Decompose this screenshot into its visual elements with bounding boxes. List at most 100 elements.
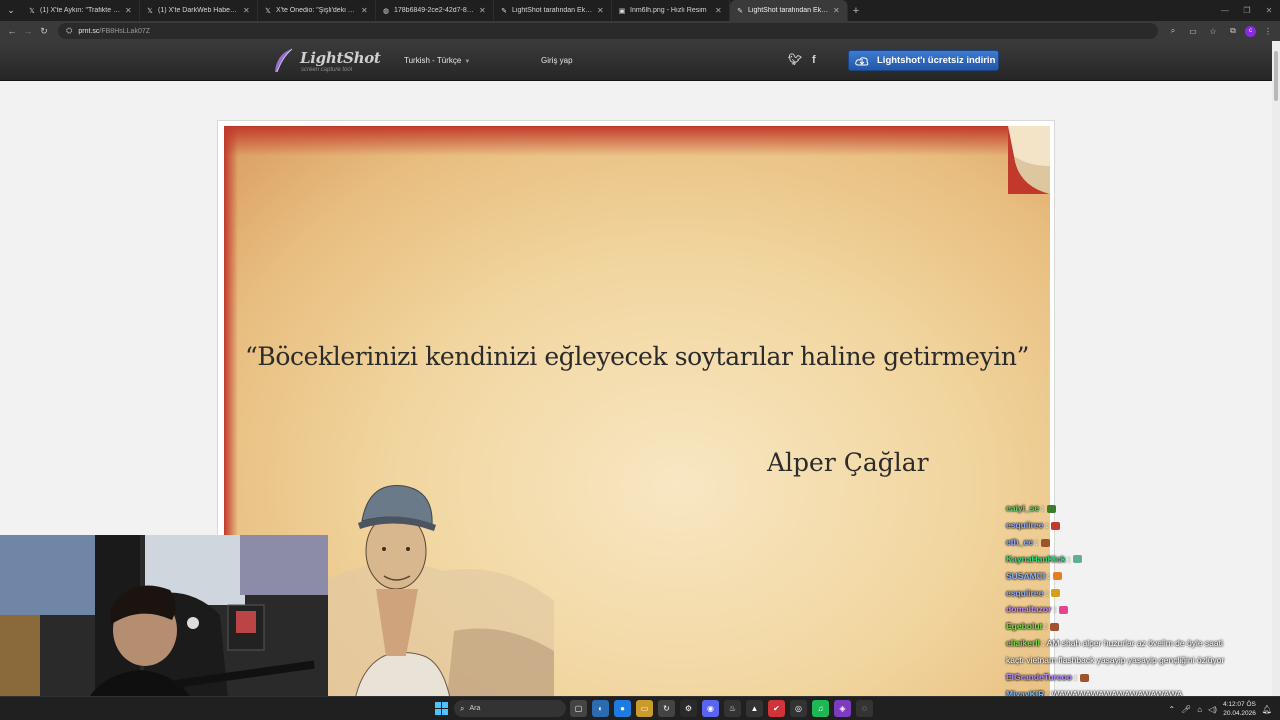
chat-message: eth_ee : [1006,537,1050,547]
tab-close-icon[interactable]: ✕ [715,6,723,15]
chrome-icon[interactable]: ● [614,700,631,717]
chat-text: : [1041,503,1044,513]
forward-icon[interactable]: → [20,23,36,39]
chat-emote-icon [1051,521,1061,530]
steam-icon[interactable]: ♨ [724,700,741,717]
chat-username[interactable]: KaynaHanKick [1006,554,1066,564]
chat-text: : [1047,570,1050,581]
download-button[interactable]: Lightshot'ı ücretsiz indirin [848,50,999,71]
url-text: prnt.sc/FB8HsLLak07Z [78,28,150,35]
volume-icon[interactable]: ◁) [1208,705,1217,714]
chat-message: kaçtı vietnam flashback yaşayip yaşayip … [1006,655,1224,665]
chat-username[interactable]: domaltazor [1006,604,1051,614]
chat-username[interactable]: esquiiree [1006,588,1043,598]
notification-bell-icon[interactable]: 🔔︎ [1262,705,1272,714]
obs-icon[interactable]: ◎ [790,700,807,717]
tray-chevron-up-icon[interactable]: ⌃ [1168,705,1175,714]
screenshot-image[interactable]: “Böceklerinizi kendinizi eğleyecek soyta… [224,126,1050,720]
chat-message: esquiiree : [1006,519,1061,530]
browser-tab[interactable]: 𝕏 (1) X'te DarkWeb Haber: "Bir gü ✕ [140,0,258,21]
chat-message: KaynaHanKick : [1006,554,1083,564]
extensions-icon[interactable]: ⧉ [1225,23,1241,39]
twitter-icon[interactable]: 🐦︎ [788,53,802,66]
tab-close-icon[interactable]: ✕ [597,6,605,15]
settings-gear-icon[interactable]: ⚙ [680,700,697,717]
address-bar[interactable]: ⛭ prnt.sc/FB8HsLLak07Z [58,23,1158,39]
media-app-icon[interactable]: ✔ [768,700,785,717]
spotify-icon[interactable]: ♫ [812,700,829,717]
tab-close-icon[interactable]: ✕ [243,6,251,15]
taskbar-search[interactable]: ⌕ Ara [454,700,566,717]
chat-text: : [1045,519,1049,530]
browser-tab[interactable]: ◍ 178b6849-2ce2-42d7-8750-26 ✕ [376,0,494,21]
profile-avatar[interactable]: c [1245,25,1256,37]
tab-close-icon[interactable]: ✕ [833,6,841,15]
tab-title: Inm6lh.png - Hızlı Resim [630,7,707,14]
facebook-icon[interactable]: f [812,54,816,66]
chat-message: eaiyi_se : [1006,503,1056,513]
windows-start-icon[interactable] [435,702,448,715]
streamer-webcam [0,535,328,720]
feather-icon: ✎ [501,7,507,15]
screenshot-frame: “Böceklerinizi kendinizi eğleyecek soyta… [217,120,1055,720]
chevron-down-icon: ▼ [464,59,471,65]
restore-icon[interactable]: ❐ [1236,0,1258,21]
tab-title: 178b6849-2ce2-42d7-8750-26 [394,7,475,14]
chat-username[interactable]: ElGrandeTurcoo [1006,672,1072,682]
site-info-icon[interactable]: ⛭ [66,26,72,36]
browser-tab[interactable]: ▣ Inm6lh.png - Hızlı Resim ✕ [612,0,730,21]
task-view-icon[interactable]: ▢ [570,700,587,717]
tab-title: (1) X'te Aykırı: "Trafikte 2 meden [40,7,121,14]
image-icon: ▣ [618,7,626,15]
chat-emote-icon [1052,572,1062,581]
burnt-edge-top [224,126,1050,156]
chat-username[interactable]: eth_ee [1006,537,1033,547]
url-host: prnt.sc [78,27,100,35]
taskbar-clock[interactable]: 4:12:07 ÖS 20.04.2026 [1223,700,1256,718]
x-logo-icon: 𝕏 [147,7,153,15]
tab-search-icon[interactable]: ⌄ [0,0,22,21]
chat-username[interactable]: eliaikerll [1006,638,1040,648]
epic-icon[interactable]: ▲ [746,700,763,717]
browser-tab[interactable]: ✎ LightShot tarafından Ekran Gör ✕ [730,0,848,21]
page-scrollbar[interactable] [1272,41,1280,696]
chat-username[interactable]: eaiyi_se [1006,503,1039,513]
browser-tab[interactable]: ✎ LightShot tarafından Ekran Gör ✕ [494,0,612,21]
chat-username[interactable]: Egebolut [1006,621,1042,631]
cast-icon[interactable]: ▭ [1185,23,1201,39]
twitch-icon[interactable]: ◈ [834,700,851,717]
browser-menu-icon[interactable]: ⋮ [1260,23,1276,39]
chat-username[interactable]: SUSAMCI [1006,571,1045,581]
file-explorer-icon[interactable]: ▭ [636,700,653,717]
network-icon[interactable]: ⌂ [1197,705,1202,714]
copilot-icon[interactable]: ◐ [592,700,609,717]
windows-taskbar: ⌕ Ara ▢ ◐ ● ▭ ↻ ⚙ ◉ ♨ ▲ ✔ ◎ ♫ ◈ ◌ ⌃ 🎤︎ ⌂… [0,696,1280,720]
back-icon[interactable]: ← [4,23,20,39]
window-controls: — ❐ ✕ [1214,0,1280,21]
lightshot-logo[interactable]: LightShot screen capture tool [272,48,382,76]
social-links: 🐦︎ f [788,53,816,67]
microphone-icon[interactable]: 🎤︎ [1181,705,1191,714]
chat-emote-icon [1059,606,1069,615]
tab-close-icon[interactable]: ✕ [125,6,133,15]
tab-close-icon[interactable]: ✕ [361,6,369,15]
reload-icon[interactable]: ↻ [36,23,52,39]
browser-app-icon[interactable]: ◌ [856,700,873,717]
login-link[interactable]: Giriş yap [541,56,573,65]
tab-close-icon[interactable]: ✕ [479,6,487,15]
chat-username[interactable]: esquiiree [1006,520,1043,530]
browser-tab[interactable]: 𝕏 (1) X'te Aykırı: "Trafikte 2 meden ✕ [22,0,140,21]
scrollbar-thumb[interactable] [1274,51,1278,101]
new-tab-icon[interactable]: + [848,5,864,17]
language-selector[interactable]: Turkish - Türkçe ▼ [404,56,470,65]
close-window-icon[interactable]: ✕ [1258,0,1280,21]
refresh-app-icon[interactable]: ↻ [658,700,675,717]
chat-message: domaltazor : [1006,604,1069,615]
bookmark-star-icon[interactable]: ☆ [1205,23,1221,39]
minimize-icon[interactable]: — [1214,0,1236,21]
browser-tab[interactable]: 𝕏 X'te Onedio: "Şişli'deki bir ilkok ✕ [258,0,376,21]
zoom-icon[interactable]: ⌕ [1165,23,1181,39]
discord-icon[interactable]: ◉ [702,700,719,717]
chat-message: eliaikerll : AM shah alper huzurlar az ö… [1006,638,1223,648]
lightshot-tagline: screen capture tool [301,67,353,73]
